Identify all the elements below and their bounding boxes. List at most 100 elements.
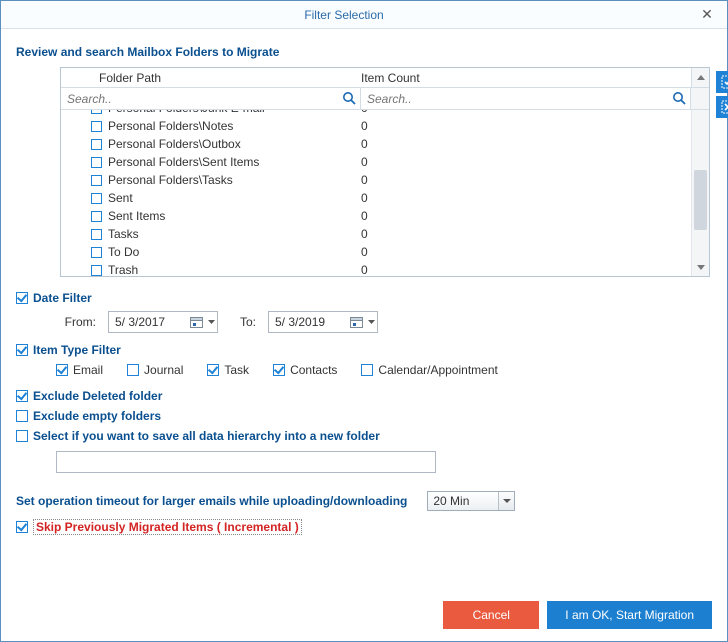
deselect-all-icon <box>721 100 728 114</box>
skip-migrated-checkbox[interactable] <box>16 521 28 533</box>
item-count: 0 <box>361 137 691 151</box>
exclude-deleted-checkbox[interactable] <box>16 390 28 402</box>
close-button[interactable]: ✕ <box>687 1 727 28</box>
from-label: From: <box>56 315 96 329</box>
folder-grid: Folder Path Item Count <box>60 67 710 277</box>
table-row[interactable]: Tasks 0 <box>61 225 691 243</box>
exclude-empty-checkbox[interactable] <box>16 410 28 422</box>
select-all-icon <box>721 75 728 89</box>
folder-path: Sent <box>108 191 133 205</box>
to-date-picker[interactable]: 5/ 3/2019 <box>268 311 378 333</box>
chevron-down-icon <box>367 320 375 325</box>
calendar-checkbox[interactable] <box>361 364 373 376</box>
grid-header-row: Folder Path Item Count <box>61 68 709 88</box>
timeout-value: 20 Min <box>433 494 469 508</box>
item-count: 0 <box>361 245 691 259</box>
folder-path: Tasks <box>108 227 139 241</box>
save-hierarchy-label[interactable]: Select if you want to save all data hier… <box>33 429 380 443</box>
item-count: 0 <box>361 191 691 205</box>
folder-path: To Do <box>108 245 139 259</box>
date-filter-checkbox[interactable] <box>16 292 28 304</box>
folder-path: Personal Folders\Sent Items <box>108 155 259 169</box>
review-heading: Review and search Mailbox Folders to Mig… <box>16 45 712 59</box>
item-count: 0 <box>361 173 691 187</box>
search-icon <box>342 91 356 108</box>
task-label[interactable]: Task <box>224 363 249 377</box>
skip-migrated-label[interactable]: Skip Previously Migrated Items ( Increme… <box>33 519 302 535</box>
row-checkbox[interactable] <box>91 157 102 168</box>
item-type-filter-checkbox[interactable] <box>16 344 28 356</box>
task-checkbox[interactable] <box>207 364 219 376</box>
row-checkbox[interactable] <box>91 211 102 222</box>
from-date-value: 5/ 3/2017 <box>115 315 185 329</box>
search-path-input[interactable] <box>61 88 360 109</box>
chevron-down-icon <box>498 492 514 510</box>
item-count: 0 <box>361 209 691 223</box>
start-migration-button[interactable]: I am OK, Start Migration <box>547 601 712 629</box>
table-row[interactable]: Personal Folders\Outbox 0 <box>61 135 691 153</box>
cancel-button[interactable]: Cancel <box>443 601 539 629</box>
folder-path: Personal Folders\Tasks <box>108 173 233 187</box>
timeout-label: Set operation timeout for larger emails … <box>16 494 407 508</box>
arrow-down-icon <box>697 265 705 270</box>
folder-path: Trash <box>108 263 138 276</box>
exclude-empty-label[interactable]: Exclude empty folders <box>33 409 161 423</box>
table-row[interactable]: Sent Items 0 <box>61 207 691 225</box>
table-row[interactable]: Personal Folders\Junk E-mail 0 <box>61 110 691 117</box>
row-checkbox[interactable] <box>91 110 102 114</box>
table-row[interactable]: Personal Folders\Sent Items 0 <box>61 153 691 171</box>
table-row[interactable]: To Do 0 <box>61 243 691 261</box>
item-count: 0 <box>361 227 691 241</box>
from-date-picker[interactable]: 5/ 3/2017 <box>108 311 218 333</box>
titlebar: Filter Selection ✕ <box>1 1 727 29</box>
row-checkbox[interactable] <box>91 139 102 150</box>
new-folder-input[interactable] <box>56 451 436 473</box>
folder-path: Personal Folders\Outbox <box>108 137 241 151</box>
to-label: To: <box>230 315 256 329</box>
table-row[interactable]: Trash0 <box>61 261 691 276</box>
contacts-checkbox[interactable] <box>273 364 285 376</box>
date-filter-label[interactable]: Date Filter <box>33 291 92 305</box>
item-count: 0 <box>361 155 691 169</box>
close-icon: ✕ <box>701 6 713 23</box>
calendar-icon <box>189 315 203 329</box>
calendar-icon <box>349 315 363 329</box>
search-count-input[interactable] <box>361 88 690 109</box>
journal-checkbox[interactable] <box>127 364 139 376</box>
journal-label[interactable]: Journal <box>144 363 183 377</box>
select-all-button[interactable] <box>716 71 728 93</box>
email-label[interactable]: Email <box>73 363 103 377</box>
table-row[interactable]: Personal Folders\Notes0 <box>61 117 691 135</box>
scrollbar-thumb[interactable] <box>694 170 707 230</box>
row-checkbox[interactable] <box>91 229 102 240</box>
deselect-all-button[interactable] <box>716 96 728 118</box>
row-checkbox[interactable] <box>91 175 102 186</box>
item-count: 0 <box>361 119 691 133</box>
chevron-down-icon <box>207 320 215 325</box>
search-icon <box>672 91 686 108</box>
scrollbar-track[interactable] <box>691 110 709 258</box>
folder-path: Sent Items <box>108 209 165 223</box>
item-type-filter-label[interactable]: Item Type Filter <box>33 343 121 357</box>
timeout-dropdown[interactable]: 20 Min <box>427 491 515 511</box>
column-header-path[interactable]: Folder Path <box>61 68 361 87</box>
row-checkbox[interactable] <box>91 121 102 132</box>
scroll-down-button[interactable] <box>691 258 709 276</box>
column-header-count[interactable]: Item Count <box>361 68 691 87</box>
table-row[interactable]: Personal Folders\Tasks 0 <box>61 171 691 189</box>
email-checkbox[interactable] <box>56 364 68 376</box>
arrow-up-icon <box>697 75 705 80</box>
item-count: 0 <box>361 110 691 115</box>
table-row[interactable]: Sent 0 <box>61 189 691 207</box>
exclude-deleted-label[interactable]: Exclude Deleted folder <box>33 389 162 403</box>
row-checkbox[interactable] <box>91 193 102 204</box>
row-checkbox[interactable] <box>91 265 102 276</box>
scroll-up-button[interactable] <box>691 68 709 87</box>
row-checkbox[interactable] <box>91 247 102 258</box>
to-date-value: 5/ 3/2019 <box>275 315 345 329</box>
folder-path: Personal Folders\Junk E-mail <box>108 110 265 115</box>
calendar-label[interactable]: Calendar/Appointment <box>378 363 497 377</box>
window-title: Filter Selection <box>1 8 687 22</box>
contacts-label[interactable]: Contacts <box>290 363 337 377</box>
save-hierarchy-checkbox[interactable] <box>16 430 28 442</box>
